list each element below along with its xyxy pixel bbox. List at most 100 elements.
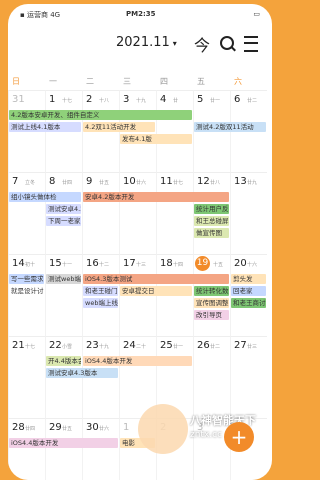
day-cell[interactable]: 11 廿七 — [156, 172, 193, 254]
lunar-date: 廿七 — [173, 180, 184, 186]
day-number: 13 — [234, 176, 247, 187]
calendar-event[interactable]: 改引导页 — [194, 310, 229, 320]
calendar-event[interactable]: 剪头发 — [231, 274, 266, 284]
day-cell[interactable]: 15 十一 — [45, 254, 82, 336]
day-cell[interactable]: 4廿 — [156, 90, 193, 172]
day-number: 18 — [160, 258, 173, 269]
calendar-event[interactable]: 测试安卓4.3版本 — [46, 368, 118, 378]
lunar-date: 十二 — [99, 262, 110, 268]
phone-frame: ▪ 运营商 4G PM2:35 ▭ 2021.11 ▾ 今 日 一 二 三 四 五… — [8, 4, 272, 480]
day-cell[interactable]: 30 廿六 — [82, 418, 119, 480]
calendar-header: 2021.11 ▾ 今 — [8, 26, 272, 60]
lunar-date: 廿六 — [99, 426, 110, 432]
day-number: 2 — [86, 94, 93, 105]
lunar-date: 廿一 — [173, 344, 184, 350]
calendar-event[interactable]: 统计用户反 — [194, 204, 229, 214]
calendar-event[interactable]: iOS4.4版本开发 — [9, 438, 118, 448]
calendar-event[interactable]: 安卓4.2版本开发 — [83, 192, 229, 202]
calendar-event[interactable]: 安卓提交日 — [120, 286, 192, 296]
day-number: 10 — [123, 176, 136, 187]
menu-icon[interactable] — [244, 36, 258, 52]
weekday-mon: 一 — [49, 77, 57, 86]
add-event-button[interactable]: + — [224, 422, 254, 452]
calendar-event[interactable]: 回老家 — [231, 286, 266, 296]
lunar-date: 廿五 — [99, 180, 110, 186]
watermark-url: zntx.cc — [190, 430, 223, 440]
calendar-event[interactable]: 和老王商讨 — [231, 298, 266, 308]
calendar-event[interactable]: 就是设计讨 — [9, 286, 44, 296]
day-cell[interactable]: 21 十七 — [8, 336, 45, 418]
day-number: 8 — [49, 176, 56, 187]
lunar-date: 十七 — [62, 98, 73, 104]
lunar-date: 十八 — [99, 98, 110, 104]
calendar-event[interactable]: 和王总碰屏 — [194, 216, 229, 226]
calendar-event[interactable]: 组小镜头做体检 — [9, 192, 81, 202]
lunar-date: 小雪 — [62, 344, 73, 350]
day-cell[interactable]: 7 立冬 — [8, 172, 45, 254]
calendar-event[interactable]: 写一些需求 — [9, 274, 44, 284]
calendar-event[interactable]: iOS4.3版本测试 — [83, 274, 229, 284]
lunar-date: 廿 — [173, 98, 179, 104]
status-bar: ▪ 运营商 4G PM2:35 ▭ — [8, 4, 272, 24]
calendar-event[interactable]: 统计转化数 — [194, 286, 229, 296]
clock: PM2:35 — [126, 10, 156, 18]
day-number: 17 — [123, 258, 136, 269]
weekday-fri: 五 — [197, 77, 205, 86]
calendar-event[interactable]: 发布4.1版 — [120, 134, 192, 144]
day-number: 26 — [197, 340, 210, 351]
day-cell[interactable]: 13 廿九 — [230, 172, 267, 254]
calendar-event[interactable]: 下周一老家 — [46, 216, 81, 226]
calendar-event[interactable]: 测试web端 — [46, 274, 81, 284]
day-number: 30 — [86, 422, 99, 433]
lunar-date: 廿二 — [247, 98, 258, 104]
calendar-event[interactable]: 宣传图调整 — [194, 298, 229, 308]
calendar-event[interactable]: 和老王碰门 — [83, 286, 118, 296]
calendar-event[interactable]: 测试4.2版双11活动 — [194, 122, 266, 132]
lunar-date: 初十 — [25, 262, 36, 268]
search-icon[interactable] — [220, 36, 234, 50]
watermark-logo-icon — [138, 404, 188, 454]
day-number: 4 — [160, 94, 167, 105]
day-cell[interactable]: 29 廿五 — [45, 418, 82, 480]
day-number: 7 — [12, 176, 19, 187]
calendar-event[interactable]: 开4.4版本会 — [46, 356, 81, 366]
day-number: 27 — [234, 340, 247, 351]
day-number: 29 — [49, 422, 62, 433]
day-number: 28 — [12, 422, 25, 433]
lunar-date: 十六 — [247, 262, 258, 268]
lunar-date: 廿八 — [210, 180, 221, 186]
lunar-date: 十五 — [213, 262, 224, 268]
day-cell[interactable]: 10 廿六 — [119, 172, 156, 254]
calendar-event[interactable]: 测试上线4.1版本 — [9, 122, 81, 132]
day-number: 3 — [123, 94, 130, 105]
day-cell[interactable]: 28 廿四 — [8, 418, 45, 480]
calendar-event[interactable]: web端上线 — [83, 298, 118, 308]
calendar-event[interactable]: 4.2双11活动开发 — [83, 122, 155, 132]
lunar-date: 立冬 — [25, 180, 36, 186]
lunar-date: 二十 — [136, 344, 147, 350]
calendar-event[interactable]: 测试安卓4.2版本 — [46, 204, 81, 214]
lunar-date: 十四 — [173, 262, 184, 268]
today-button[interactable]: 今 — [194, 32, 210, 56]
carrier-label: ▪ 运营商 4G — [20, 11, 61, 19]
weekday-wed: 三 — [123, 77, 131, 86]
month-selector[interactable]: 2021.11 ▾ — [116, 35, 177, 50]
day-number: 1 — [49, 94, 56, 105]
calendar-event[interactable]: 4.2版本安卓开发、组件自定义 — [9, 110, 192, 120]
lunar-date: 廿二 — [210, 344, 221, 350]
caret-down-icon: ▾ — [172, 39, 177, 48]
calendar-event[interactable]: iOS4.4版本开发 — [83, 356, 192, 366]
day-number: 11 — [160, 176, 173, 187]
day-cell[interactable]: 9 廿五 — [82, 172, 119, 254]
day-number: 21 — [12, 340, 25, 351]
day-number: 24 — [123, 340, 136, 351]
calendar-event[interactable]: 做宣传图 — [194, 228, 229, 238]
month-label: 2021.11 — [116, 35, 170, 50]
day-number: 22 — [49, 340, 62, 351]
day-number: 1 — [123, 422, 130, 433]
lunar-date: 廿三 — [247, 344, 258, 350]
lunar-date: 十三 — [136, 262, 147, 268]
lunar-date: 十一 — [62, 262, 73, 268]
weekday-sat: 六 — [234, 77, 242, 86]
weekday-sun: 日 — [12, 77, 20, 86]
